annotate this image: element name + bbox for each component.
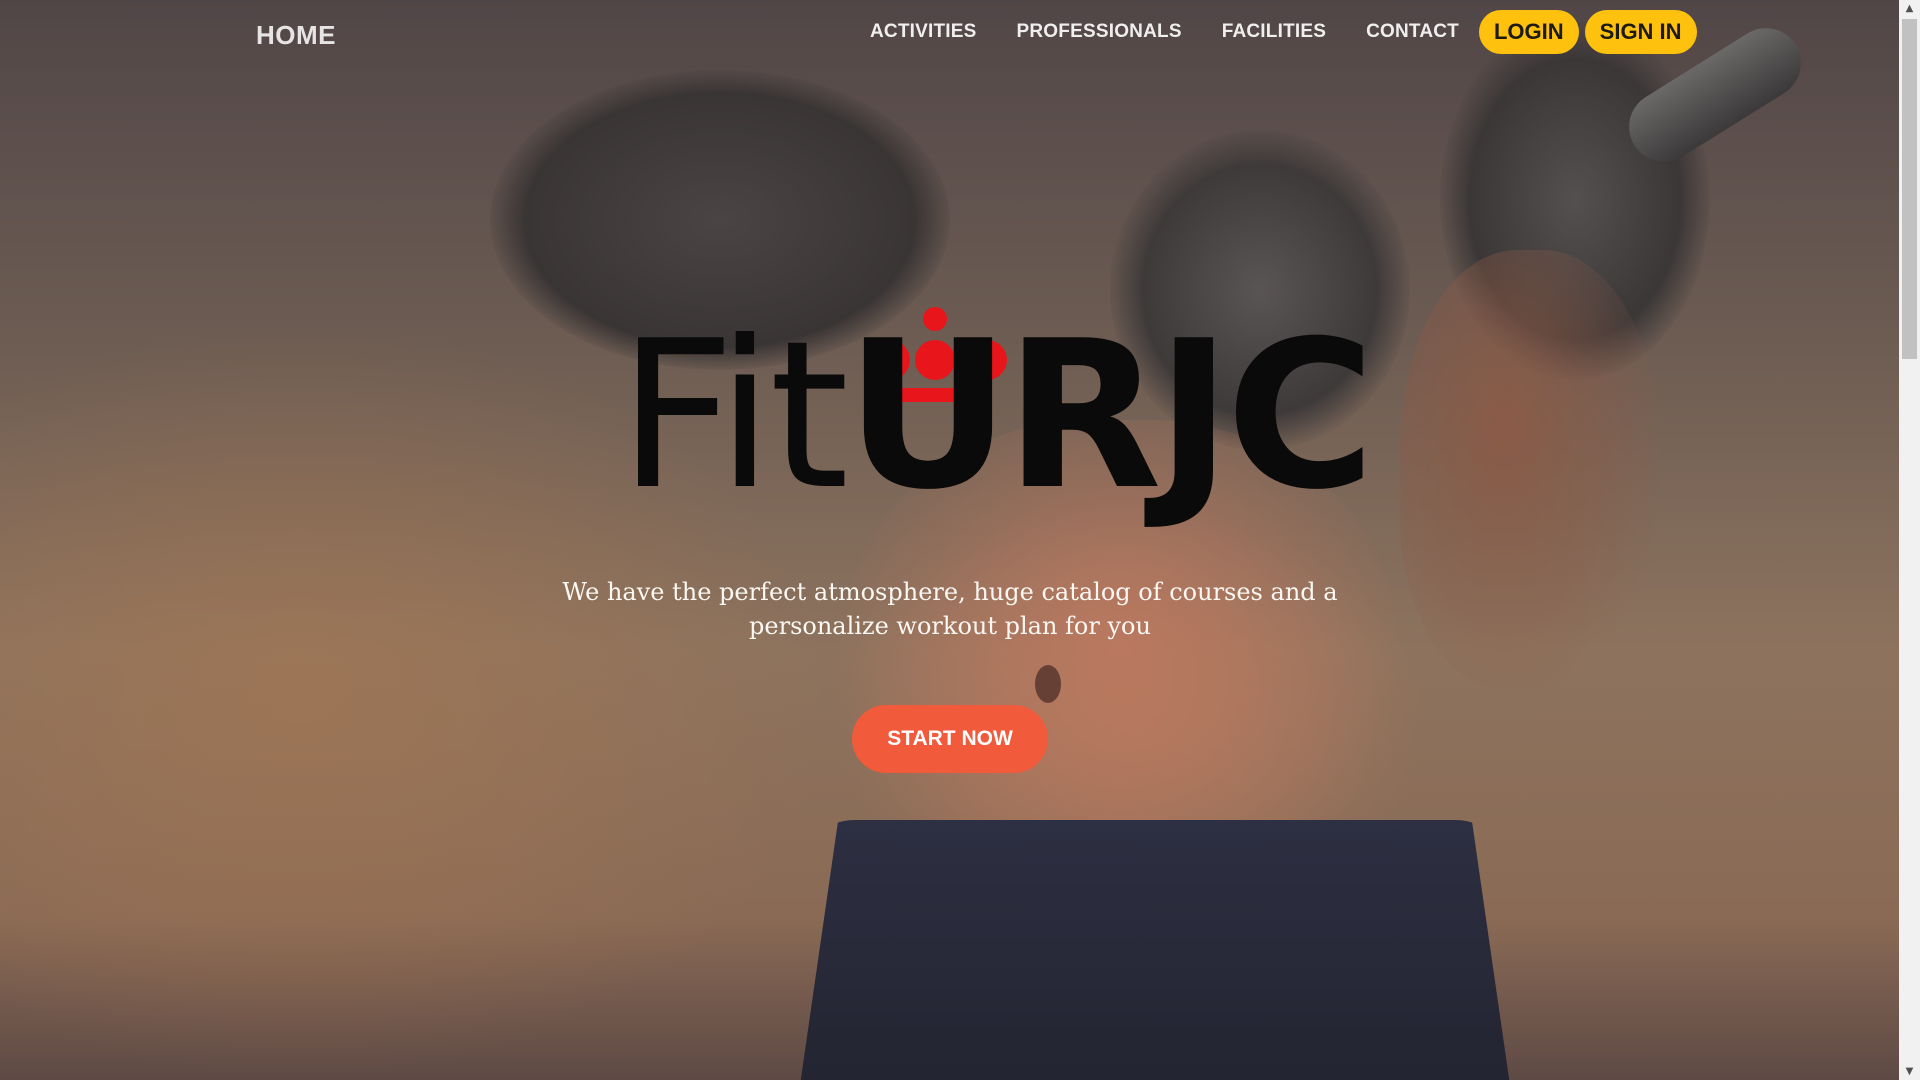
shorts-image (795, 820, 1515, 1080)
logo-wordmark: FitURJC (618, 315, 1376, 519)
arm-image (1400, 250, 1660, 690)
scrollbar-thumb[interactable] (1902, 19, 1917, 359)
nav-home-link[interactable]: HOME (256, 20, 336, 51)
logo-urjc-text: URJC (845, 298, 1375, 535)
page-scrollbar[interactable]: ▲ ▼ (1899, 0, 1920, 1080)
nav-link-contact[interactable]: CONTACT (1366, 21, 1459, 43)
nav-menu: ACTIVITIES PROFESSIONALS FACILITIES CONT… (870, 10, 1703, 54)
nav-link-activities[interactable]: ACTIVITIES (870, 21, 977, 43)
hero-section: HOME ACTIVITIES PROFESSIONALS FACILITIES… (0, 0, 1899, 1080)
scroll-down-arrow-icon[interactable]: ▼ (1899, 1063, 1920, 1080)
start-now-button[interactable]: START NOW (852, 705, 1048, 773)
sign-in-button[interactable]: SIGN IN (1584, 10, 1697, 54)
login-button[interactable]: LOGIN (1478, 10, 1579, 54)
nav-link-professionals[interactable]: PROFESSIONALS (1017, 21, 1182, 43)
nav-link-facilities[interactable]: FACILITIES (1222, 21, 1326, 43)
fiturjc-logo: FitURJC (610, 295, 1376, 555)
hero-tagline: We have the perfect atmosphere, huge cat… (562, 578, 1338, 640)
logo-fit-text: Fit (618, 298, 849, 535)
torso-detail-image (1035, 665, 1061, 703)
scroll-up-arrow-icon[interactable]: ▲ (1899, 0, 1920, 17)
